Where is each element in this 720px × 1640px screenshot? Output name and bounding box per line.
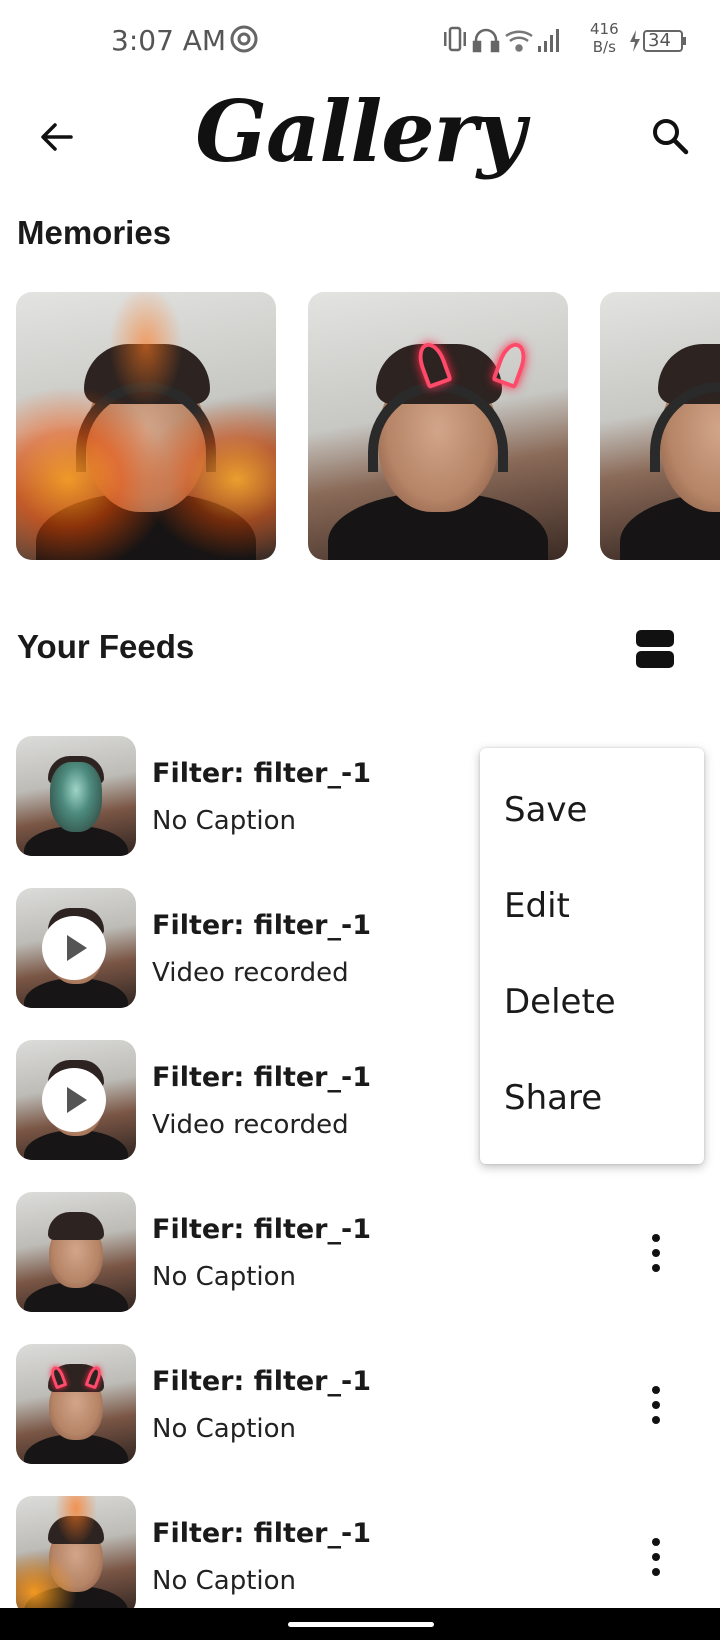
charging-icon bbox=[630, 30, 640, 52]
headphones-battery-icon bbox=[472, 28, 500, 53]
mask-filter-overlay bbox=[50, 762, 102, 832]
feed-thumbnail bbox=[16, 1040, 136, 1160]
more-vert-icon bbox=[652, 1234, 660, 1242]
feed-caption: No Caption bbox=[152, 1414, 297, 1444]
search-button[interactable] bbox=[648, 114, 692, 158]
memory-card[interactable] bbox=[308, 292, 568, 560]
feed-caption: No Caption bbox=[152, 1566, 297, 1596]
popup-menu: Save Edit Delete Share bbox=[480, 748, 704, 1164]
menu-item-save[interactable]: Save bbox=[504, 790, 587, 830]
more-vert-icon bbox=[652, 1538, 660, 1546]
feed-title: Filter: filter_-1 bbox=[152, 1366, 371, 1397]
feed-thumbnail bbox=[16, 1496, 136, 1616]
page-title: Gallery bbox=[195, 82, 526, 181]
feed-title: Filter: filter_-1 bbox=[152, 1518, 371, 1549]
more-vert-icon bbox=[652, 1386, 660, 1394]
navigation-bar bbox=[0, 1608, 720, 1640]
feed-title: Filter: filter_-1 bbox=[152, 1062, 371, 1093]
net-speed-unit: B/s bbox=[592, 38, 616, 56]
feed-caption: Video recorded bbox=[152, 1110, 349, 1140]
search-icon bbox=[653, 119, 689, 155]
more-options-button[interactable] bbox=[640, 1382, 672, 1428]
signal-icon bbox=[538, 29, 559, 52]
feed-item[interactable]: Filter: filter_-1 No Caption bbox=[0, 1344, 720, 1466]
memory-card[interactable] bbox=[600, 292, 720, 560]
status-bar: 3:07 AM 416 B/s 34 bbox=[0, 0, 720, 82]
feed-item[interactable]: Filter: filter_-1 No Caption bbox=[0, 1192, 720, 1314]
status-icons bbox=[444, 26, 559, 53]
feed-thumbnail bbox=[16, 1344, 136, 1464]
memory-card[interactable] bbox=[16, 292, 276, 560]
net-speed-value: 416 bbox=[590, 20, 619, 38]
status-time: 3:07 AM bbox=[111, 24, 227, 57]
feed-caption: Video recorded bbox=[152, 958, 349, 988]
menu-item-share[interactable]: Share bbox=[504, 1078, 602, 1118]
fire-filter-overlay bbox=[16, 292, 276, 560]
feed-title: Filter: filter_-1 bbox=[152, 758, 371, 789]
wifi-icon bbox=[505, 30, 533, 52]
feed-title: Filter: filter_-1 bbox=[152, 1214, 371, 1245]
play-icon[interactable] bbox=[42, 1068, 106, 1132]
menu-item-edit[interactable]: Edit bbox=[504, 886, 570, 926]
menu-item-delete[interactable]: Delete bbox=[504, 982, 616, 1022]
vibrate-icon bbox=[444, 26, 466, 52]
feed-title: Filter: filter_-1 bbox=[152, 910, 371, 941]
fire-filter-overlay bbox=[16, 1496, 136, 1616]
layout-toggle-button[interactable] bbox=[636, 630, 674, 668]
feed-thumbnail bbox=[16, 888, 136, 1008]
feeds-title: Your Feeds bbox=[17, 628, 195, 665]
net-speed: 416 B/s bbox=[590, 20, 619, 56]
feed-thumbnail bbox=[16, 1192, 136, 1312]
feed-caption: No Caption bbox=[152, 1262, 297, 1292]
more-options-button[interactable] bbox=[640, 1534, 672, 1580]
view-agenda-icon bbox=[636, 630, 674, 647]
play-icon[interactable] bbox=[42, 916, 106, 980]
feed-thumbnail bbox=[16, 736, 136, 856]
battery-level: 34 bbox=[648, 30, 671, 51]
memories-title: Memories bbox=[17, 214, 172, 251]
feed-caption: No Caption bbox=[152, 806, 297, 836]
more-options-button[interactable] bbox=[640, 1230, 672, 1276]
feed-item[interactable]: Filter: filter_-1 No Caption bbox=[0, 1496, 720, 1618]
at-sign-icon bbox=[230, 25, 258, 53]
home-gesture-handle[interactable] bbox=[288, 1622, 434, 1627]
